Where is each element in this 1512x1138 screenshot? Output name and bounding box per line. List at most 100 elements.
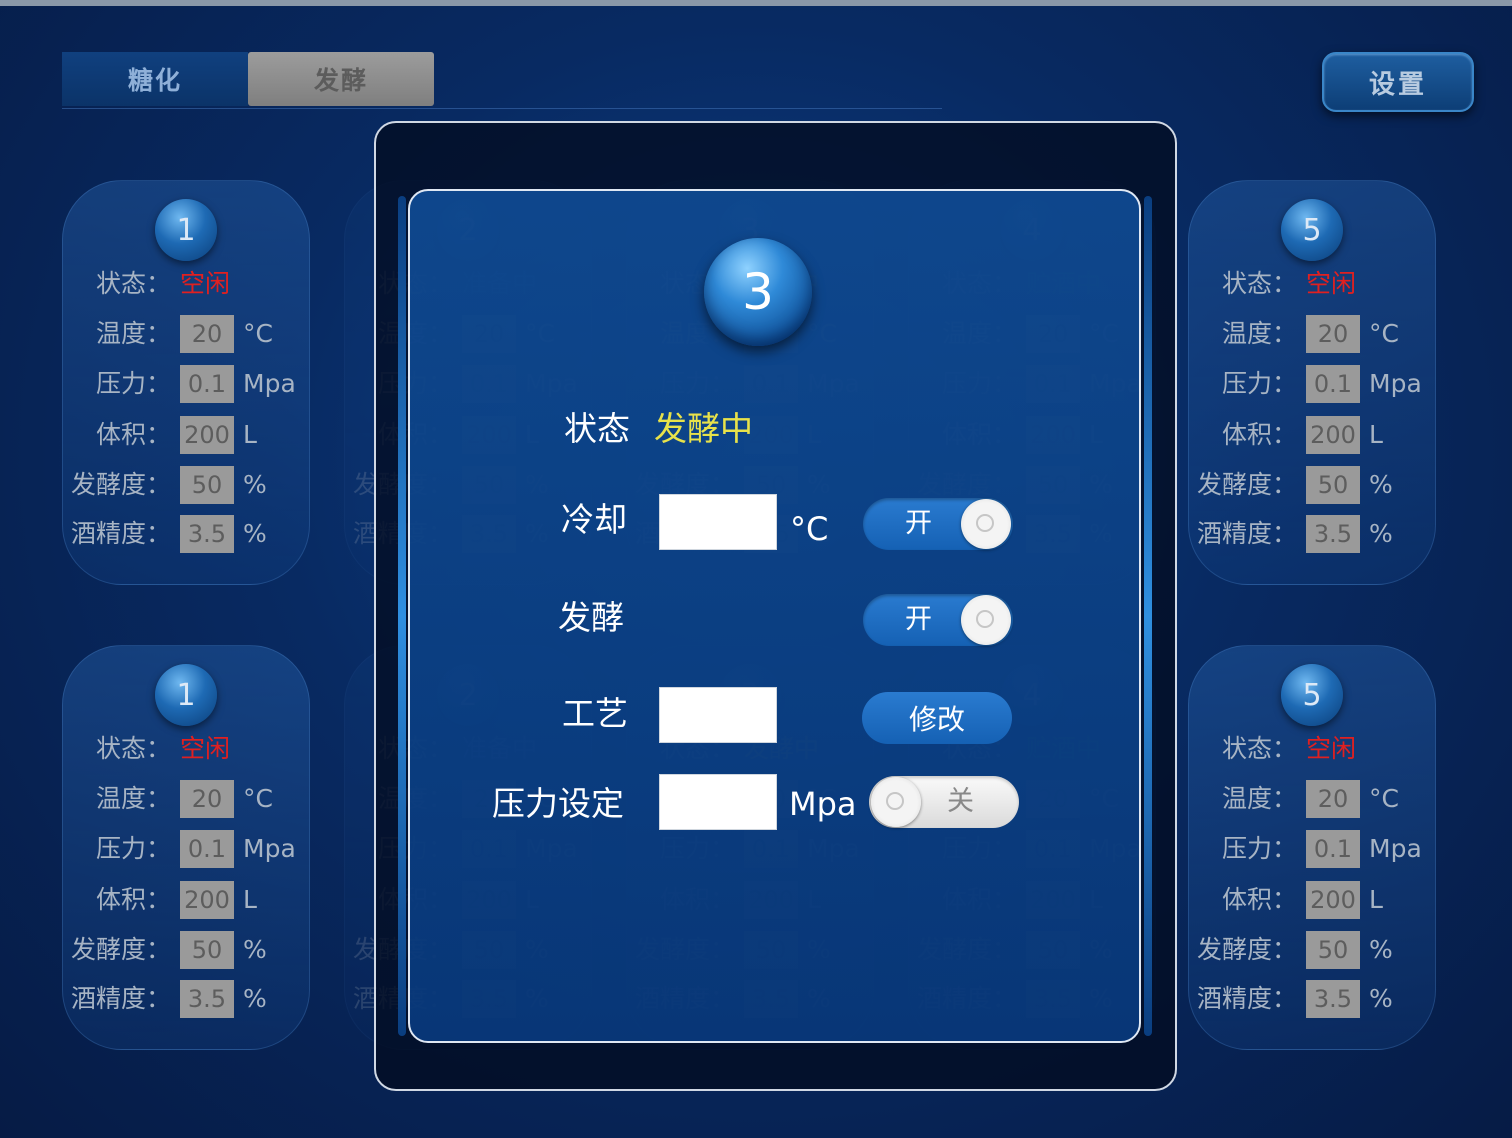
field-label: 酒精度 (71, 515, 171, 553)
tank-field-row: 压力0.1 Mpa (63, 365, 311, 403)
tank-card[interactable]: 1状态空闲温度20°C压力0.1Mpa体积200L发酵度50%酒精度3.5% (62, 180, 310, 585)
field-unit: Mpa (243, 834, 296, 863)
field-label: 状态 (1222, 730, 1297, 768)
toggle-knob-icon (871, 777, 921, 827)
pressure-toggle-label: 关 (947, 786, 974, 817)
ferment-toggle[interactable]: 开 (863, 594, 1013, 646)
tab-fermentation[interactable]: 发酵 (248, 52, 434, 106)
cooling-temp-input[interactable] (659, 494, 777, 550)
field-label: 体积 (96, 881, 171, 919)
field-label: 发酵度 (1197, 466, 1297, 504)
field-label: 体积 (1222, 416, 1297, 454)
field-label: 状态 (96, 265, 171, 303)
field-label: 酒精度 (71, 980, 171, 1018)
status-value: 空闲 (180, 269, 231, 298)
tank-field-row: 酒精度3.5% (1189, 980, 1437, 1018)
field-unit: Mpa (1369, 369, 1422, 398)
tank-number-badge: 5 (1281, 199, 1343, 261)
field-label: 温度 (96, 780, 171, 818)
tank-field-row: 温度20 °C (1189, 780, 1437, 818)
cooling-toggle[interactable]: 开 (863, 498, 1013, 550)
field-value: 20 (180, 315, 234, 353)
field-unit: L (243, 885, 257, 914)
tank-field-row: 温度20 °C (63, 315, 311, 353)
tab-saccharification[interactable]: 糖化 (62, 52, 248, 106)
tab-bar: 糖化 发酵 (62, 52, 942, 109)
status-value: 空闲 (180, 734, 231, 763)
field-value: 20 (180, 780, 234, 818)
tank-field-row: 状态空闲 (63, 730, 311, 768)
field-unit: % (243, 519, 267, 548)
tank-field-row: 体积200 L (1189, 881, 1437, 919)
toggle-knob-icon (961, 595, 1011, 645)
tank-field-row: 发酵度50% (1189, 466, 1437, 504)
top-border (0, 0, 1512, 6)
modify-button[interactable]: 修改 (862, 692, 1012, 744)
field-value: 0.1 (1306, 365, 1360, 403)
ferment-label: 发酵 (558, 598, 624, 637)
field-value: 50 (180, 931, 234, 969)
field-label: 压力 (1222, 365, 1297, 403)
field-value: 200 (180, 416, 234, 454)
field-unit: % (1369, 984, 1393, 1013)
field-label: 体积 (1222, 881, 1297, 919)
tank-field-row: 发酵度50% (63, 931, 311, 969)
popup-status-label: 状态 (564, 409, 630, 448)
tank-card[interactable]: 5状态空闲温度20°C压力0.1Mpa体积200L发酵度50%酒精度3.5% (1188, 180, 1436, 585)
field-unit: °C (1369, 784, 1399, 813)
field-value: 3.5 (1306, 980, 1360, 1018)
tank-field-row: 体积200 L (1189, 416, 1437, 454)
field-value: 50 (180, 466, 234, 504)
field-label: 状态 (96, 730, 171, 768)
field-value: 50 (1306, 931, 1360, 969)
pressure-toggle[interactable]: 关 (869, 776, 1019, 828)
field-value: 0.1 (180, 830, 234, 868)
field-value: 3.5 (180, 515, 234, 553)
process-input[interactable] (659, 687, 777, 743)
field-value: 3.5 (1306, 515, 1360, 553)
tank-field-row: 酒精度3.5% (63, 515, 311, 553)
settings-button[interactable]: 设置 (1322, 52, 1474, 112)
field-unit: % (243, 470, 267, 499)
field-unit: % (243, 984, 267, 1013)
tank-number-badge: 1 (155, 664, 217, 726)
field-unit: % (1369, 519, 1393, 548)
tank-number-badge: 5 (1281, 664, 1343, 726)
field-label: 温度 (1222, 315, 1297, 353)
field-label: 酒精度 (1197, 515, 1297, 553)
tank-field-row: 状态空闲 (1189, 265, 1437, 303)
field-value: 200 (1306, 416, 1360, 454)
field-value: 20 (1306, 315, 1360, 353)
field-label: 发酵度 (71, 931, 171, 969)
status-value: 空闲 (1306, 734, 1357, 763)
tank-field-row: 酒精度3.5% (1189, 515, 1437, 553)
tank-field-row: 酒精度3.5% (63, 980, 311, 1018)
tank-field-row: 状态空闲 (63, 265, 311, 303)
tank-field-row: 状态空闲 (1189, 730, 1437, 768)
field-unit: L (243, 420, 257, 449)
field-label: 发酵度 (71, 466, 171, 504)
field-label: 温度 (1222, 780, 1297, 818)
tank-number-badge: 1 (155, 199, 217, 261)
pressure-setting-input[interactable] (659, 774, 777, 830)
tank-card[interactable]: 5状态空闲温度20°C压力0.1Mpa体积200L发酵度50%酒精度3.5% (1188, 645, 1436, 1050)
tank-field-row: 体积200 L (63, 416, 311, 454)
status-value: 空闲 (1306, 269, 1357, 298)
tank-card[interactable]: 1状态空闲温度20°C压力0.1Mpa体积200L发酵度50%酒精度3.5% (62, 645, 310, 1050)
field-label: 压力 (1222, 830, 1297, 868)
field-value: 200 (1306, 881, 1360, 919)
popup-left-glow (398, 196, 406, 1036)
pressure-setting-label: 压力设定 (492, 784, 624, 823)
field-value: 3.5 (180, 980, 234, 1018)
cooling-label: 冷却 (561, 500, 627, 539)
field-unit: % (1369, 935, 1393, 964)
field-unit: L (1369, 420, 1383, 449)
field-unit: Mpa (1369, 834, 1422, 863)
popup-right-glow (1144, 196, 1152, 1036)
field-label: 温度 (96, 315, 171, 353)
ferment-toggle-label: 开 (905, 604, 932, 635)
pressure-unit: Mpa (789, 785, 857, 823)
field-unit: % (243, 935, 267, 964)
field-label: 状态 (1222, 265, 1297, 303)
field-label: 压力 (96, 365, 171, 403)
